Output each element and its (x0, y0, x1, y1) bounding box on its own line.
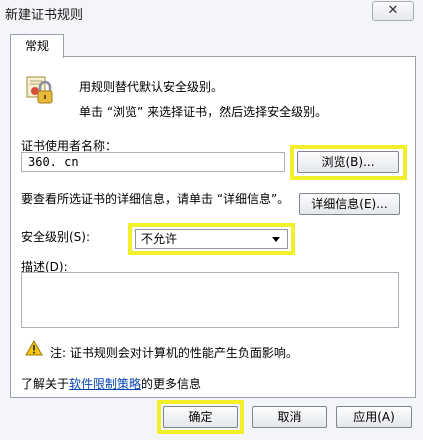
apply-button[interactable]: 应用(A) (336, 406, 412, 428)
more-info-suffix: 的更多信息 (141, 377, 202, 391)
tab-general-label: 常规 (24, 39, 49, 53)
more-info-prefix: 了解关于 (21, 377, 70, 391)
window-title: 新建证书规则 (5, 8, 84, 23)
security-level-label: 安全级别(S): (21, 230, 91, 244)
dialog-window: 新建证书规则 ✕ 常规 用规则替代默认安全级别。 单击 “浏览” 来选择证书，然… (0, 0, 423, 440)
warning-icon (25, 339, 43, 359)
ok-button[interactable]: 确定 (163, 406, 238, 428)
certificate-lock-icon (25, 74, 53, 104)
tab-general[interactable]: 常规 (10, 34, 64, 58)
details-button[interactable]: 详细信息(E)... (299, 193, 400, 215)
cert-user-field[interactable]: 360. cn (21, 152, 285, 172)
more-info-line: 了解关于软件限制策略的更多信息 (21, 375, 201, 392)
security-level-select[interactable]: 不允许 (135, 229, 288, 249)
software-restriction-link[interactable]: 软件限制策略 (69, 377, 141, 391)
security-level-value: 不允许 (141, 232, 178, 246)
warning-text: 注: 证书规则会对计算机的性能产生负面影响。 (50, 346, 298, 360)
description-line-2: 单击 “浏览” 来选择证书，然后选择安全级别。 (79, 105, 328, 119)
close-icon: ✕ (387, 3, 399, 18)
chevron-down-icon (272, 237, 280, 242)
close-button[interactable]: ✕ (372, 1, 414, 21)
details-prompt: 要查看所选证书的详细信息，请单击 “详细信息”。 (21, 192, 290, 206)
description-line-1: 用规则替代默认安全级别。 (79, 80, 224, 94)
cancel-button[interactable]: 取消 (252, 406, 327, 428)
description-textarea[interactable] (21, 272, 399, 328)
browse-button[interactable]: 浏览(B)... (297, 151, 399, 173)
